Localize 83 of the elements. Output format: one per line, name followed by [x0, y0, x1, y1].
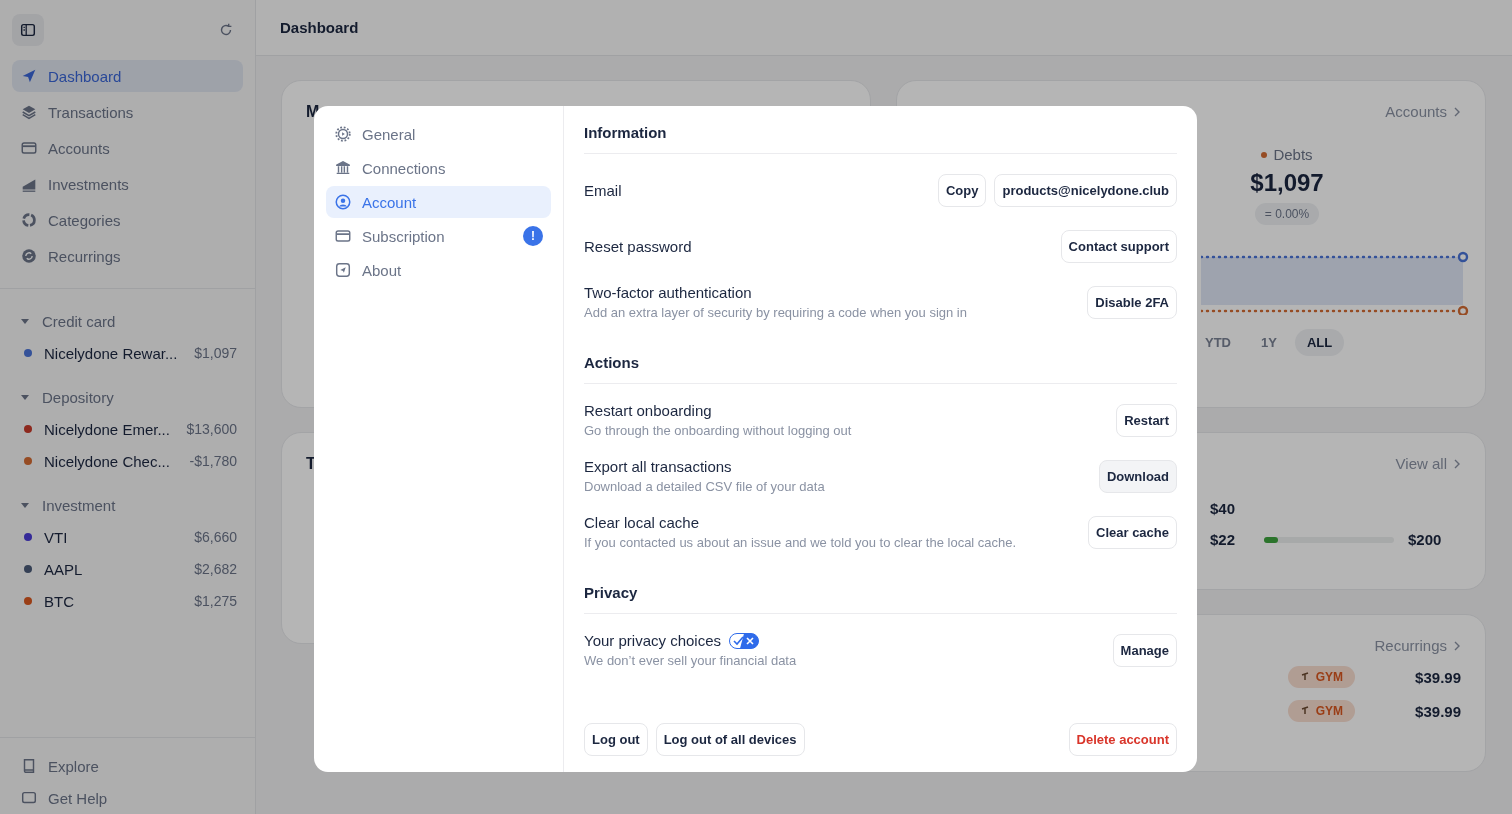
action-button[interactable]: Manage — [1112, 633, 1177, 667]
balance-row[interactable]: Nicelydone Rewar... $1,097 — [12, 337, 243, 369]
setting-description: Download a detailed CSV file of your data — [584, 479, 825, 494]
setting-label: Export all transactions — [584, 458, 732, 475]
budget-amount: $40 — [1210, 500, 1237, 517]
cycle-icon — [20, 247, 38, 265]
balance-row[interactable]: BTC $1,275 — [12, 585, 243, 617]
group-header[interactable]: Investment — [12, 489, 243, 521]
settings-menu-item[interactable]: About — [326, 254, 551, 286]
chevron-right-icon — [1453, 640, 1461, 651]
nav-item[interactable]: Transactions — [12, 96, 243, 128]
nav-item[interactable]: Investments — [12, 168, 243, 200]
setting-label: Two-factor authentication — [584, 284, 752, 301]
range-tab[interactable]: YTD — [1193, 329, 1243, 356]
nav-item[interactable]: Recurrings — [12, 240, 243, 272]
logout-button[interactable]: Log out — [584, 723, 648, 756]
nav-item[interactable]: Dashboard — [12, 60, 243, 92]
action-button[interactable]: Copy — [937, 173, 987, 207]
chevron-right-icon — [1453, 458, 1461, 469]
card-icon — [20, 139, 38, 157]
action-button[interactable]: Clear cache — [1088, 515, 1177, 549]
section-title: Actions — [584, 354, 1177, 384]
action-button[interactable]: Restart — [1116, 403, 1177, 437]
setting-description: Go through the onboarding without logging out — [584, 423, 852, 438]
settings-icon — [334, 125, 352, 143]
sidebar-toggle-button[interactable] — [12, 14, 44, 46]
limit-amount: $200 — [1408, 531, 1443, 548]
setting-label: Email — [584, 181, 622, 199]
chevron-right-icon — [1453, 106, 1461, 117]
group-header[interactable]: Credit card — [12, 305, 243, 337]
recurring-amount: $39.99 — [1415, 668, 1461, 686]
action-button[interactable]: Disable 2FA — [1087, 285, 1177, 319]
footer-link[interactable]: Get Help — [20, 782, 235, 814]
logout-button[interactable]: Log out of all devices — [655, 723, 805, 756]
card-icon — [334, 227, 352, 245]
caret-icon — [20, 316, 30, 326]
change-pill: = 0.00% — [1254, 203, 1320, 225]
arrow-square-icon — [334, 261, 352, 279]
layers-icon — [20, 103, 38, 121]
setting-description: Add an extra layer of security by requiring a code when you sign in — [584, 305, 967, 320]
email-value: products@nicelydone.club — [994, 173, 1177, 207]
page-title: Dashboard — [256, 0, 1512, 56]
settings-menu-item[interactable]: Account — [326, 186, 551, 218]
category-tag: GYM — [1287, 700, 1356, 722]
caret-icon — [20, 392, 30, 402]
footer-link[interactable]: Explore — [20, 750, 235, 782]
debt-amount: $1,097 — [1250, 169, 1324, 197]
category-tag: GYM — [1287, 666, 1356, 688]
card-link[interactable]: Accounts — [1385, 103, 1461, 120]
settings-menu-item[interactable]: Subscription ! — [326, 220, 551, 252]
balance-row[interactable]: Nicelydone Emer... $13,600 — [12, 413, 243, 445]
legend-label: Debts — [1261, 146, 1313, 163]
action-button[interactable]: Download — [1098, 459, 1177, 493]
setting-label: Reset password — [584, 237, 692, 255]
spent-amount: $22 — [1210, 531, 1237, 548]
range-tab[interactable]: 1Y — [1249, 329, 1289, 356]
setting-description: If you contacted us about an issue and we told you to clear the local cache. — [584, 535, 1017, 550]
caret-icon — [20, 500, 30, 510]
alert-badge: ! — [523, 226, 543, 246]
card-link[interactable]: Recurrings — [1374, 637, 1461, 654]
setting-label: Restart onboarding — [584, 402, 712, 419]
setting-label: Your privacy choices — [584, 632, 721, 649]
setting-label: Clear local cache — [584, 514, 700, 531]
user-circle-icon — [334, 193, 352, 211]
card-link[interactable]: View all — [1395, 455, 1461, 472]
group-header[interactable]: Depository — [12, 381, 243, 413]
balance-row[interactable]: VTI $6,660 — [12, 521, 243, 553]
balance-row[interactable]: Nicelydone Chec... -$1,780 — [12, 445, 243, 477]
ring-icon — [20, 211, 38, 229]
recurring-amount: $39.99 — [1415, 702, 1461, 720]
settings-menu-item[interactable]: Connections — [326, 152, 551, 184]
settings-menu-item[interactable]: General — [326, 118, 551, 150]
nav-item[interactable]: Accounts — [12, 132, 243, 164]
nav-item[interactable]: Categories — [12, 204, 243, 236]
section-title: Information — [584, 124, 1177, 154]
setting-description: We don’t ever sell your financial data — [584, 653, 797, 668]
sidebar-panel-icon — [19, 21, 37, 39]
bank-icon — [334, 159, 352, 177]
range-tab[interactable]: ALL — [1294, 329, 1345, 356]
section-title: Privacy — [584, 584, 1177, 614]
delete-account-button[interactable]: Delete account — [1068, 723, 1177, 756]
balance-row[interactable]: AAPL $2,682 — [12, 553, 243, 585]
action-button[interactable]: Contact support — [1060, 229, 1177, 263]
